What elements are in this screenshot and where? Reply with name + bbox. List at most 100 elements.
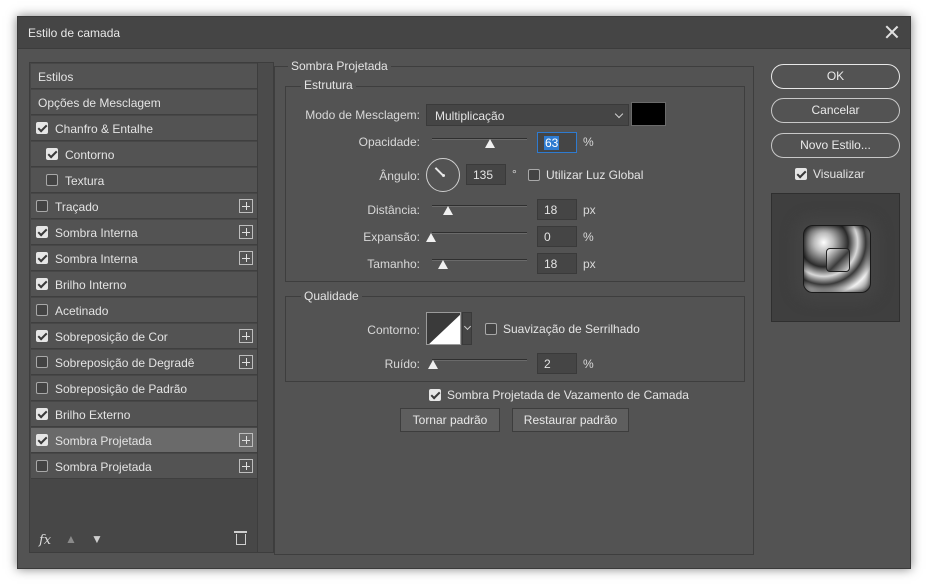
sidebar-item-drop-shadow-2[interactable]: Sombra Projetada (31, 454, 257, 479)
sidebar-item-inner-shadow-2[interactable]: Sombra Interna (31, 246, 257, 271)
sidebar-item-gradient-overlay[interactable]: Sobreposição de Degradê (31, 350, 257, 375)
opacity-field[interactable]: 63 (537, 132, 577, 153)
noise-field[interactable]: 2 (537, 353, 577, 374)
sidebar-item-label: Chanfro & Entalhe (55, 122, 154, 136)
distance-label: Distância: (367, 203, 420, 217)
checkbox[interactable] (46, 174, 58, 186)
sidebar-item-drop-shadow[interactable]: Sombra Projetada (31, 428, 257, 453)
spread-slider-handle[interactable] (426, 233, 436, 242)
layer-style-dialog: Estilo de camada Estilos Opções de Mescl… (17, 16, 911, 569)
chevron-down-icon (463, 322, 472, 331)
checkbox[interactable] (36, 408, 48, 420)
shadow-color-swatch[interactable] (631, 102, 666, 126)
arrow-down-icon[interactable]: ▼ (91, 532, 103, 546)
checkbox[interactable] (36, 304, 48, 316)
checkbox[interactable] (36, 356, 48, 368)
sidebar-item-label: Sobreposição de Padrão (55, 382, 188, 396)
global-light-checkbox[interactable]: Utilizar Luz Global (528, 168, 643, 182)
cancel-button[interactable]: Cancelar (771, 98, 900, 123)
add-icon[interactable] (239, 459, 253, 473)
sidebar-item-outer-glow[interactable]: Brilho Externo (31, 402, 257, 427)
chevron-down-icon (614, 109, 624, 119)
distance-unit: px (583, 203, 596, 217)
knockout-checkbox[interactable]: Sombra Projetada de Vazamento de Camada (429, 388, 689, 402)
contour-dropdown[interactable] (462, 312, 472, 345)
spread-field[interactable]: 0 (537, 226, 577, 247)
sidebar-item-texture[interactable]: Textura (31, 168, 257, 193)
add-icon[interactable] (239, 199, 253, 213)
opacity-slider-handle[interactable] (485, 139, 495, 148)
sidebar-item-label: Sombra Interna (55, 226, 138, 240)
checkbox[interactable] (36, 330, 48, 342)
size-slider-handle[interactable] (438, 260, 448, 269)
sidebar-item-label: Brilho Interno (55, 278, 127, 292)
checkbox[interactable] (528, 169, 540, 181)
trash-icon[interactable] (234, 531, 247, 545)
distance-slider-handle[interactable] (443, 206, 453, 215)
size-unit: px (583, 257, 596, 271)
contour-label: Contorno: (367, 323, 420, 337)
checkbox[interactable] (485, 323, 497, 335)
checkbox[interactable] (36, 460, 48, 472)
opacity-slider[interactable] (432, 138, 527, 140)
sidebar-item-stroke[interactable]: Traçado (31, 194, 257, 219)
anti-aliased-label: Suavização de Serrilhado (503, 322, 640, 336)
add-icon[interactable] (239, 329, 253, 343)
sidebar-item-pattern-overlay[interactable]: Sobreposição de Padrão (31, 376, 257, 401)
close-icon[interactable] (884, 24, 900, 40)
checkbox[interactable] (36, 226, 48, 238)
sidebar-item-inner-shadow[interactable]: Sombra Interna (31, 220, 257, 245)
sidebar-item-bevel-emboss[interactable]: Chanfro & Entalhe (31, 116, 257, 141)
opacity-label: Opacidade: (358, 135, 420, 149)
styles-list: Estilos Opções de Mesclagem Chanfro & En… (29, 62, 258, 553)
checkbox[interactable] (36, 200, 48, 212)
dialog-title: Estilo de camada (28, 26, 121, 40)
checkbox[interactable] (36, 252, 48, 264)
checkbox[interactable] (795, 168, 807, 180)
add-icon[interactable] (239, 433, 253, 447)
new-style-button[interactable]: Novo Estilo... (771, 133, 900, 158)
checkbox[interactable] (46, 148, 58, 160)
angle-field[interactable]: 135 (466, 164, 506, 185)
sidebar-item-contour[interactable]: Contorno (31, 142, 257, 167)
angle-label: Ângulo: (379, 169, 420, 183)
angle-center (442, 174, 445, 177)
noise-slider[interactable] (432, 359, 527, 361)
add-icon[interactable] (239, 225, 253, 239)
checkbox[interactable] (36, 382, 48, 394)
sidebar-item-color-overlay[interactable]: Sobreposição de Cor (31, 324, 257, 349)
contour-preview[interactable] (426, 312, 461, 345)
sidebar-item-label: Sobreposição de Degradê (55, 356, 195, 370)
size-field[interactable]: 18 (537, 253, 577, 274)
add-icon[interactable] (239, 355, 253, 369)
arrow-up-icon[interactable]: ▲ (65, 532, 77, 546)
styles-list-scrollbar[interactable] (258, 62, 274, 553)
distance-field[interactable]: 18 (537, 199, 577, 220)
title-bar: Estilo de camada (18, 17, 910, 49)
checkbox[interactable] (429, 389, 441, 401)
checkbox[interactable] (36, 278, 48, 290)
ok-button[interactable]: OK (771, 64, 900, 89)
sidebar-item-label: Sombra Projetada (55, 460, 152, 474)
make-default-button[interactable]: Tornar padrão (400, 408, 500, 432)
sidebar-item-label: Sobreposição de Cor (55, 330, 168, 344)
checkbox[interactable] (36, 434, 48, 446)
quality-title: Qualidade (301, 289, 362, 303)
blend-mode-value: Multiplicação (435, 109, 505, 123)
reset-default-button[interactable]: Restaurar padrão (512, 408, 629, 432)
blend-mode-select[interactable]: Multiplicação (426, 104, 629, 126)
anti-aliased-checkbox[interactable]: Suavização de Serrilhado (485, 322, 640, 336)
sidebar-item-inner-glow[interactable]: Brilho Interno (31, 272, 257, 297)
sidebar-item-estilos[interactable]: Estilos (31, 64, 257, 89)
section-title: Sombra Projetada (288, 59, 391, 73)
fx-icon[interactable]: fx (39, 533, 51, 548)
noise-slider-handle[interactable] (428, 360, 438, 369)
angle-dial[interactable] (426, 158, 460, 192)
spread-slider[interactable] (432, 232, 527, 234)
checkbox[interactable] (36, 122, 48, 134)
sidebar-item-blending-options[interactable]: Opções de Mesclagem (31, 90, 257, 115)
preview-checkbox[interactable]: Visualizar (795, 167, 865, 181)
sidebar-item-satin[interactable]: Acetinado (31, 298, 257, 323)
add-icon[interactable] (239, 251, 253, 265)
angle-unit: ° (512, 167, 517, 181)
